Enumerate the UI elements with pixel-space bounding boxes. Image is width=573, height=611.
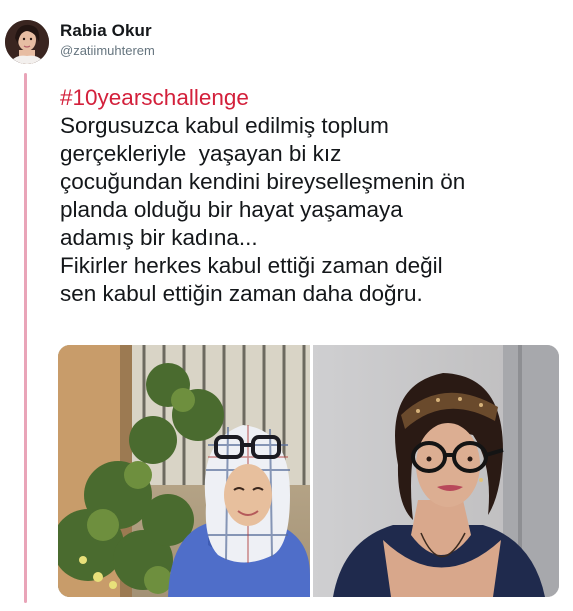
author-handle[interactable]: @zatiimuhterem bbox=[60, 43, 155, 58]
tweet-text-line: Fikirler herkes kabul ettiği zaman değil bbox=[60, 253, 443, 278]
tweet-photo-now[interactable] bbox=[313, 345, 559, 597]
tweet-text-line: gerçekleriyle yaşayan bi kız bbox=[60, 141, 342, 166]
user-avatar[interactable] bbox=[5, 20, 49, 64]
tweet-text-line: çocuğundan kendini bireyselleşmenin ön bbox=[60, 169, 466, 194]
tweet-text-line: sen kabul ettiğin zaman daha doğru. bbox=[60, 281, 423, 306]
hashtag-link[interactable]: #10yearschallenge bbox=[60, 84, 565, 112]
tweet-photo-then[interactable] bbox=[58, 345, 310, 597]
author-display-name[interactable]: Rabia Okur bbox=[60, 21, 152, 41]
thread-line bbox=[24, 73, 27, 603]
tweet-text-line: adamış bir kadına... bbox=[60, 225, 258, 250]
tweet-text-line: planda olduğu bir hayat yaşamaya bbox=[60, 197, 403, 222]
media-grid bbox=[58, 345, 559, 597]
tweet-text: #10yearschallenge Sorgusuzca kabul edilm… bbox=[60, 84, 565, 308]
tweet-text-line: Sorgusuzca kabul edilmiş toplum bbox=[60, 113, 389, 138]
tweet-card: Rabia Okur @zatiimuhterem #10yearschalle… bbox=[0, 0, 573, 611]
